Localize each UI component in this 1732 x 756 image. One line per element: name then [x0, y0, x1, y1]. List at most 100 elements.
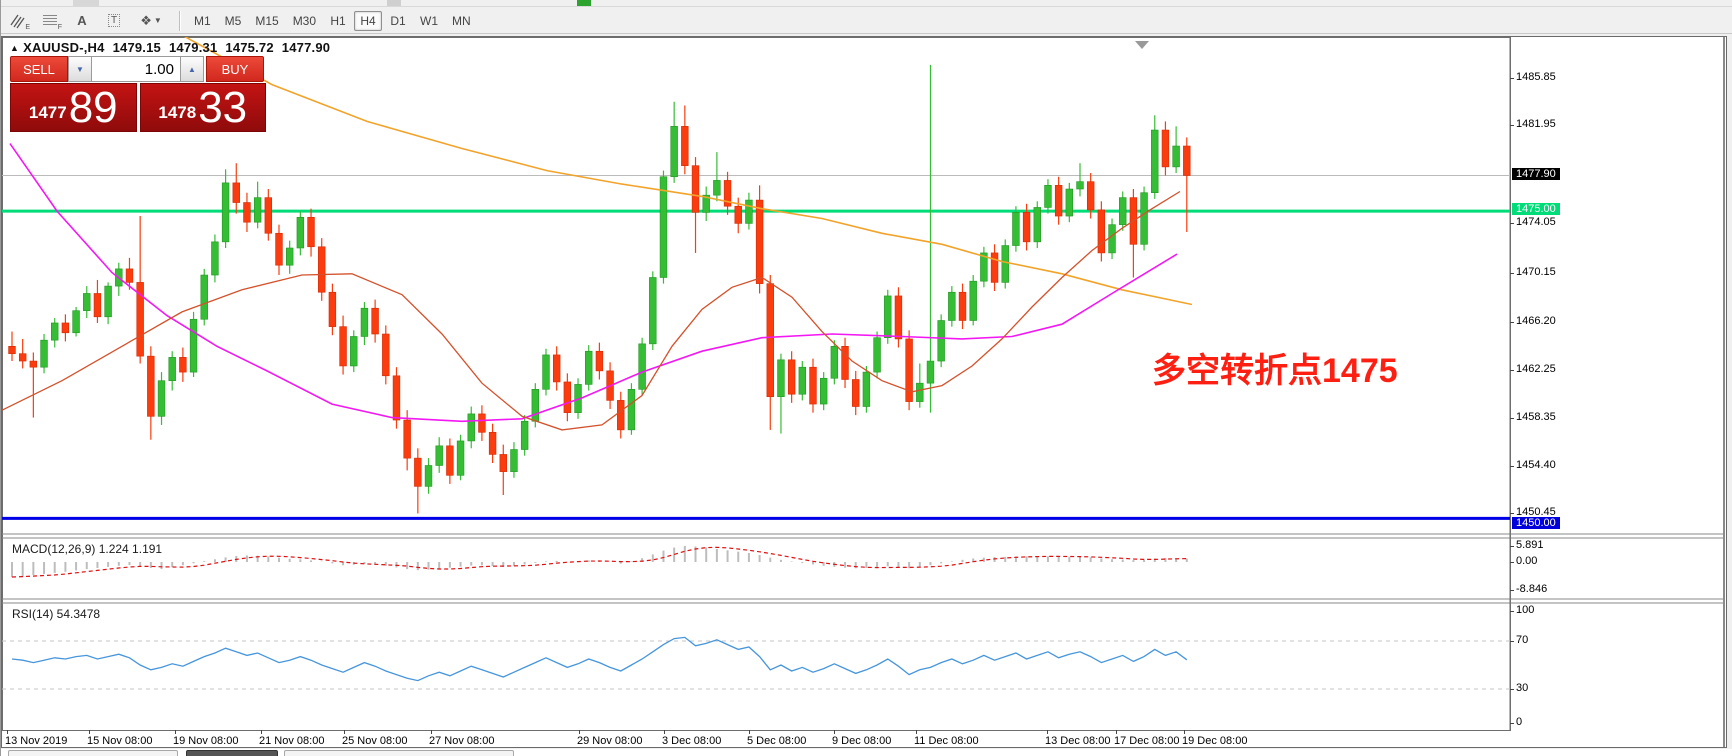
- candle-body: [233, 183, 240, 203]
- candle-body: [820, 378, 827, 404]
- candle-body: [692, 166, 699, 213]
- candle-body: [169, 357, 176, 380]
- candle-body: [41, 340, 48, 367]
- candle-body: [83, 293, 90, 310]
- candle-body: [639, 344, 646, 389]
- timeframe-button-MN[interactable]: MN: [446, 11, 477, 31]
- chart-annotation-text: 多空转折点1475: [1152, 343, 1398, 392]
- time-axis-label: 27 Nov 08:00: [429, 735, 494, 747]
- candle-body: [308, 217, 315, 246]
- buy-price-small: 1478: [158, 103, 196, 123]
- candle-body: [756, 200, 763, 284]
- chart-tab[interactable]: [284, 750, 514, 756]
- candle-body: [372, 308, 379, 334]
- sell-button[interactable]: SELL: [10, 56, 68, 82]
- axis-tick: [1510, 78, 1514, 79]
- time-axis-label: 29 Nov 08:00: [577, 735, 642, 747]
- candle-body: [382, 334, 389, 376]
- candle-body: [553, 355, 560, 382]
- candle-body: [874, 338, 881, 372]
- timeframe-button-D1[interactable]: D1: [384, 11, 412, 31]
- volume-input[interactable]: 1.00: [92, 56, 180, 82]
- price-axis-label: 30: [1516, 682, 1528, 694]
- candle-body: [1183, 146, 1190, 175]
- candle-body: [1098, 210, 1105, 253]
- timeframe-button-M1[interactable]: M1: [188, 11, 217, 31]
- candle-body: [297, 217, 304, 248]
- trading-platform-window: E F A T ❖▼ M1M5M15M30H1H4D1W1MN ▲XAUUSD-…: [0, 0, 1732, 756]
- axis-tick: [1510, 723, 1514, 724]
- price-chart-canvas[interactable]: [2, 37, 1728, 747]
- axis-tick: [1047, 730, 1048, 734]
- candle-body: [489, 432, 496, 454]
- price-axis-label: 1485.85: [1516, 71, 1556, 83]
- timeframe-button-H4[interactable]: H4: [354, 11, 382, 31]
- toolbar-separator: [179, 11, 181, 31]
- volume-decrease-button[interactable]: ▼: [68, 56, 92, 82]
- axis-tick: [834, 730, 835, 734]
- candle-body: [585, 351, 592, 384]
- arrows-tool-icon[interactable]: ❖▼: [131, 10, 171, 32]
- macd-signal-line: [12, 547, 1187, 577]
- candle-body: [340, 327, 347, 366]
- axis-tick: [1116, 730, 1117, 734]
- volume-increase-button[interactable]: ▲: [180, 56, 204, 82]
- chart-shift-marker-icon[interactable]: [1135, 41, 1149, 49]
- candle-body: [222, 183, 229, 242]
- candle-body: [414, 458, 421, 486]
- chart-tab-bar: [1, 749, 1732, 756]
- ohlc-high: 1479.31: [169, 40, 217, 55]
- candle-body: [681, 126, 688, 165]
- timeframe-button-H1[interactable]: H1: [324, 11, 352, 31]
- timeframe-button-W1[interactable]: W1: [414, 11, 444, 31]
- fibonacci-icon[interactable]: F: [35, 10, 65, 32]
- ohlc-close: 1477.90: [282, 40, 330, 55]
- axis-tick: [175, 730, 176, 734]
- candle-body: [1023, 212, 1030, 241]
- sell-price-small: 1477: [29, 103, 67, 123]
- candle-body: [1066, 189, 1073, 216]
- buy-button[interactable]: BUY: [206, 56, 264, 82]
- price-axis-label: 70: [1516, 634, 1528, 646]
- equidistant-channel-icon[interactable]: E: [3, 10, 33, 32]
- time-axis-label: 11 Dec 08:00: [914, 735, 979, 747]
- candle-body: [73, 311, 80, 333]
- candle-body: [9, 346, 16, 353]
- candle-body: [265, 198, 272, 234]
- candle-body: [660, 177, 667, 278]
- chart-ohlc-header: ▲XAUUSD-,H41479.151479.311475.721477.90: [10, 40, 330, 55]
- text-label-icon[interactable]: A: [67, 10, 97, 32]
- ohlc-open: 1479.15: [113, 40, 161, 55]
- timeframe-button-M15[interactable]: M15: [249, 11, 284, 31]
- candle-body: [1119, 198, 1126, 225]
- buy-quote-box[interactable]: 1478 33: [140, 83, 267, 132]
- candle-body: [532, 389, 539, 421]
- candle-body: [468, 414, 475, 441]
- collapse-arrow-icon[interactable]: ▲: [10, 43, 19, 53]
- toolbar-fragment: [387, 0, 401, 6]
- candle-body: [179, 357, 186, 372]
- axis-tick: [1510, 611, 1514, 612]
- candle-body: [1002, 246, 1009, 283]
- candle-body: [404, 420, 411, 458]
- candle-body: [126, 269, 133, 283]
- timeframe-button-M5[interactable]: M5: [219, 11, 248, 31]
- time-axis-label: 9 Dec 08:00: [832, 735, 891, 747]
- text-box-icon[interactable]: T: [99, 10, 129, 32]
- sell-quote-box[interactable]: 1477 89: [10, 83, 137, 132]
- price-axis-label: 1477.90: [1512, 168, 1560, 180]
- candle-body: [1087, 182, 1094, 210]
- time-axis-label: 21 Nov 08:00: [259, 735, 324, 747]
- candle-body: [1034, 207, 1041, 241]
- candle-body: [276, 233, 283, 265]
- time-axis-label: 17 Dec 08:00: [1114, 735, 1179, 747]
- candle-body: [1045, 185, 1052, 207]
- time-axis-label: 25 Nov 08:00: [342, 735, 407, 747]
- candle-body: [393, 376, 400, 420]
- timeframe-button-M30[interactable]: M30: [287, 11, 322, 31]
- chart-tab[interactable]: [8, 750, 178, 756]
- candle-body: [991, 253, 998, 282]
- candle-body: [564, 382, 571, 413]
- candle-body: [147, 356, 154, 416]
- chart-tab-active[interactable]: [186, 750, 278, 756]
